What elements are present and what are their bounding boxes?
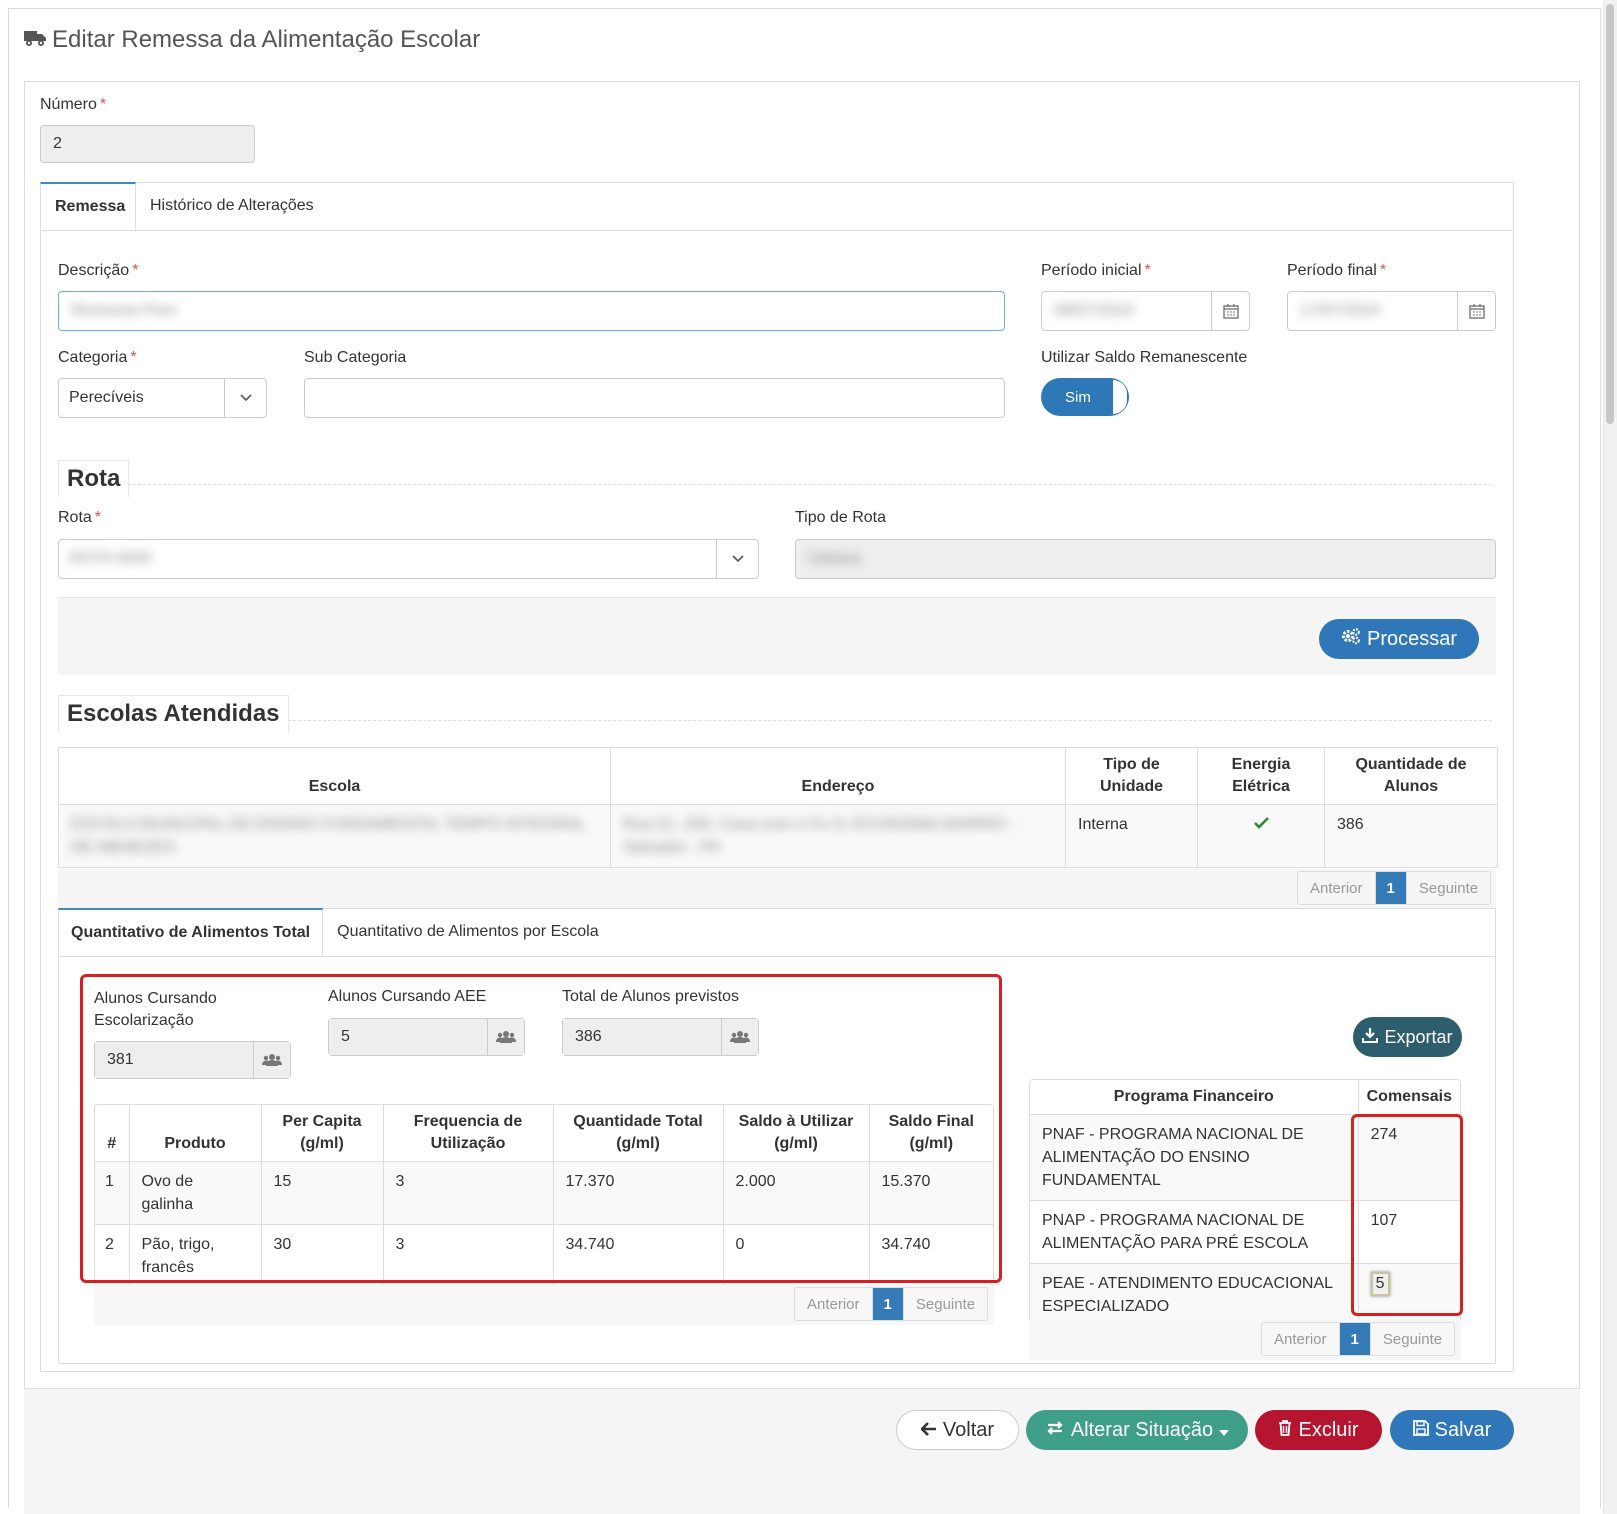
pager-prev[interactable]: Anterior [1298, 872, 1375, 904]
col-comensais[interactable]: Comensais [1357, 1080, 1460, 1115]
produtos-pager: Anterior 1 Seguinte [794, 1287, 989, 1321]
highlight-box [80, 974, 1002, 1283]
periodo-final-label: Período final * [1287, 262, 1387, 279]
floppy-icon [1412, 1419, 1429, 1442]
categoria-label: Categoria * [58, 349, 137, 366]
salvar-button[interactable]: Salvar [1390, 1410, 1514, 1450]
truck-icon [24, 26, 46, 54]
rota-select[interactable]: ROTA 0000 [58, 539, 759, 579]
escola-endereco: Rua 01, 200, Casa com o Fe O, ECONOMIA B… [623, 816, 1016, 856]
check-icon [1253, 816, 1269, 833]
col-endereco[interactable]: Endereço [610, 747, 1066, 805]
numero-field[interactable]: 2 [40, 125, 255, 163]
escolas-pager: Anterior 1 Seguinte [1297, 871, 1492, 905]
sub-categoria-input[interactable] [304, 378, 1005, 418]
col-programa[interactable]: Programa Financeiro [1030, 1080, 1359, 1115]
pager-next[interactable]: Seguinte [902, 1288, 987, 1320]
periodo-inicial-field[interactable]: 08/07/2024 [1041, 291, 1250, 331]
escola-quantidade: 386 [1324, 804, 1498, 868]
pager-page-1[interactable]: 1 [871, 1288, 903, 1320]
escolas-section-title: Escolas Atendidas [58, 695, 289, 732]
sub-tabs: Quantitativo de Alimentos Total Quantita… [58, 908, 1496, 957]
download-icon [1362, 1027, 1379, 1048]
highlight-box [1351, 1114, 1463, 1316]
pager-page-1[interactable]: 1 [1338, 1323, 1370, 1355]
escolas-pager-bar [58, 869, 1496, 909]
numero-label: Número * [40, 96, 107, 113]
row-programa: PNAF - PROGRAMA NACIONAL DE ALIMENTAÇÃO … [1030, 1114, 1359, 1201]
page-title-text: Editar Remessa da Alimentação Escolar [52, 26, 481, 53]
periodo-final-field[interactable]: 17/07/2024 [1287, 291, 1496, 331]
escola-tipo: Interna [1065, 804, 1198, 868]
descricao-input[interactable]: Remessa Pere [58, 291, 1005, 331]
periodo-inicial-label: Período inicial * [1041, 262, 1151, 279]
processar-button[interactable]: Processar [1319, 619, 1479, 659]
exportar-button[interactable]: Exportar [1353, 1017, 1462, 1057]
exchange-icon [1045, 1419, 1065, 1442]
col-quantidade[interactable]: Quantidade de Alunos [1324, 747, 1498, 805]
caret-down-icon [1219, 1419, 1230, 1442]
tipo-rota-label: Tipo de Rota [795, 509, 887, 526]
excluir-button[interactable]: Excluir [1255, 1410, 1382, 1450]
footer-bar [24, 1388, 1580, 1514]
sub-categoria-label: Sub Categoria [304, 349, 407, 366]
rota-divider [58, 484, 1492, 485]
pager-page-1[interactable]: 1 [1374, 872, 1406, 904]
alterar-situacao-button[interactable]: Alterar Situação [1026, 1410, 1248, 1450]
calendar-icon[interactable] [1211, 292, 1249, 330]
arrow-left-icon [920, 1419, 937, 1442]
rota-label: Rota * [58, 509, 102, 526]
tab-remessa[interactable]: Remessa [40, 182, 136, 230]
scrollbar-thumb[interactable] [1606, 4, 1614, 424]
escolas-table-wrap: Escola Endereço Tipo de Unidade Energia … [58, 747, 1498, 868]
rota-section-title: Rota [58, 460, 130, 497]
utilizar-saldo-toggle[interactable]: Sim [1041, 378, 1129, 416]
pager-prev[interactable]: Anterior [795, 1288, 872, 1320]
col-energia[interactable]: Energia Elétrica [1197, 747, 1325, 805]
pager-next[interactable]: Seguinte [1405, 872, 1490, 904]
col-escola[interactable]: Escola [58, 747, 611, 805]
categoria-select[interactable]: Perecíveis [58, 378, 267, 418]
tipo-rota-field: Urbana [795, 539, 1496, 579]
voltar-button[interactable]: Voltar [896, 1410, 1019, 1450]
trash-icon [1278, 1419, 1292, 1442]
vertical-scrollbar[interactable] [1603, 0, 1617, 1514]
row-programa: PNAP - PROGRAMA NACIONAL DE ALIMENTAÇÃO … [1030, 1200, 1359, 1264]
page-title: Editar Remessa da Alimentação Escolar [24, 26, 480, 54]
tab-historico[interactable]: Histórico de Alterações [136, 182, 328, 230]
processar-bar [58, 597, 1496, 675]
calendar-icon[interactable] [1457, 292, 1495, 330]
cogs-icon [1341, 627, 1361, 651]
utilizar-saldo-label: Utilizar Saldo Remanescente [1041, 349, 1248, 366]
pager-next[interactable]: Seguinte [1369, 1323, 1454, 1355]
col-tipo-unidade[interactable]: Tipo de Unidade [1065, 747, 1198, 805]
chevron-down-icon[interactable] [224, 379, 266, 417]
table-row[interactable]: ESCOLA MUNICIPAL DE ENSINO FUNDAMENTAL T… [58, 804, 1498, 868]
row-programa: PEAE - ATENDIMENTO EDUCACIONAL ESPECIALI… [1030, 1263, 1359, 1326]
escolas-table: Escola Endereço Tipo de Unidade Energia … [58, 747, 1498, 868]
chevron-down-icon[interactable] [716, 540, 758, 578]
pager-prev[interactable]: Anterior [1262, 1323, 1339, 1355]
main-tabs: Remessa Histórico de Alterações [40, 182, 1514, 231]
programas-pager: Anterior 1 Seguinte [1261, 1322, 1456, 1356]
tab-quantitativo-escola[interactable]: Quantitativo de Alimentos por Escola [323, 908, 612, 956]
descricao-label: Descrição * [58, 262, 139, 279]
tab-quantitativo-total[interactable]: Quantitativo de Alimentos Total [58, 908, 324, 956]
escola-name: ESCOLA MUNICIPAL DE ENSINO FUNDAMENTAL T… [71, 816, 585, 856]
